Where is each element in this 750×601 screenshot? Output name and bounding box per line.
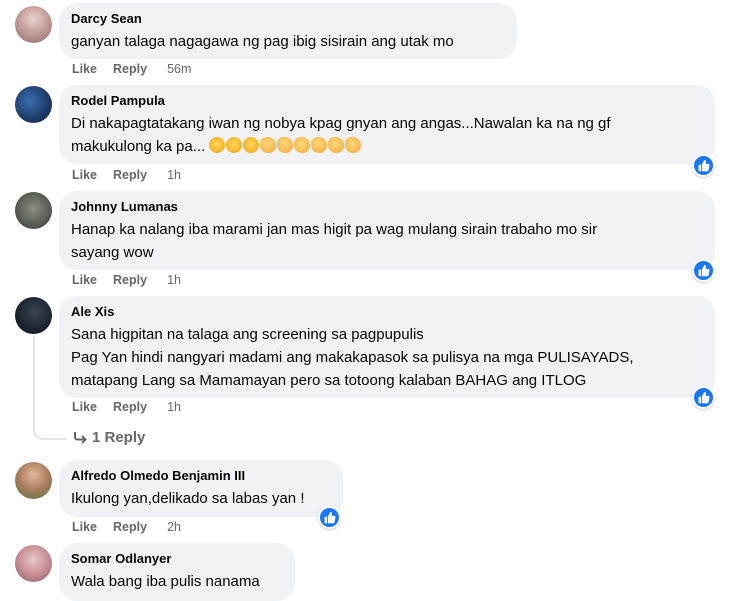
laughing-emoji: [209, 137, 226, 153]
avatar[interactable]: [15, 462, 52, 499]
avatar[interactable]: [15, 86, 52, 123]
comment-text: Sana higpitan na talaga ang screening sa…: [71, 326, 424, 343]
comment-text: matapang Lang sa Mamamayan pero sa totoo…: [71, 372, 587, 389]
reply-button[interactable]: Reply: [113, 400, 147, 414]
comment-bubble: Darcy Sean ganyan talaga nagagawa ng pag…: [59, 3, 517, 59]
comment-bubble: Somar Odlanyer Wala bang iba pulis nanam…: [59, 543, 295, 601]
like-button[interactable]: Like: [72, 62, 97, 76]
reply-button[interactable]: Reply: [113, 168, 147, 182]
comment-actions: Like Reply 1h: [72, 168, 197, 182]
comment-author[interactable]: Johnny Lumanas: [71, 199, 703, 215]
comment-text: Ikulong yan,delikado sa labas yan !: [71, 490, 305, 507]
comment-bubble: Rodel Pampula Di nakapagtatakang iwan ng…: [59, 85, 715, 164]
like-thumb-icon: [698, 159, 710, 172]
avatar[interactable]: [15, 545, 52, 582]
clapping-emoji: [294, 137, 311, 153]
like-button[interactable]: Like: [72, 400, 97, 414]
comment-actions: Like Reply 1h: [72, 273, 197, 287]
laughing-emoji: [226, 137, 243, 153]
comment-bubble: Johnny Lumanas Hanap ka nalang iba maram…: [59, 191, 715, 270]
comment-text: sayang wow: [71, 244, 154, 261]
avatar[interactable]: [15, 297, 52, 334]
reply-button[interactable]: Reply: [113, 273, 147, 287]
reply-arrow-icon: [74, 432, 87, 444]
comment-actions: Like Reply 2h: [72, 520, 197, 534]
avatar[interactable]: [15, 192, 52, 229]
comment-author[interactable]: Rodel Pampula: [71, 93, 703, 109]
like-thumb-icon: [324, 511, 336, 524]
comment-text: Hanap ka nalang iba marami jan mas higit…: [71, 221, 598, 238]
avatar[interactable]: [15, 6, 52, 43]
like-reaction-badge[interactable]: [692, 386, 715, 409]
clapping-emoji: [277, 137, 294, 153]
comment-bubble: Ale Xis Sana higpitan na talaga ang scre…: [59, 296, 715, 398]
comment-text: Pag Yan hindi nangyari madami ang makaka…: [71, 349, 634, 366]
comment-author[interactable]: Somar Odlanyer: [71, 551, 283, 567]
like-reaction-badge[interactable]: [318, 506, 341, 529]
like-thumb-icon: [698, 264, 710, 277]
comment-bubble: Alfredo Olmedo Benjamin III Ikulong yan,…: [59, 460, 343, 517]
comment-actions: Like Reply 56m: [72, 62, 207, 76]
reply-button[interactable]: Reply: [113, 62, 147, 76]
replies-count[interactable]: 1 Reply: [92, 429, 145, 446]
comment-text: ganyan talaga nagagawa ng pag ibig sisir…: [71, 33, 454, 50]
view-replies-link[interactable]: 1 Reply: [72, 429, 145, 446]
comment-timestamp[interactable]: 56m: [167, 62, 191, 76]
comment-text: Di nakapagtatakang iwan ng nobya kpag gn…: [71, 115, 611, 132]
comment-author[interactable]: Alfredo Olmedo Benjamin III: [71, 468, 331, 484]
comment-timestamp[interactable]: 2h: [167, 520, 181, 534]
clapping-emoji: [328, 137, 345, 153]
clapping-emoji: [311, 137, 328, 153]
clapping-emoji: [260, 137, 277, 153]
comment-timestamp[interactable]: 1h: [167, 168, 181, 182]
comment-author[interactable]: Darcy Sean: [71, 11, 505, 27]
comment-text-fragment: makukulong ka pa...: [71, 138, 206, 155]
like-button[interactable]: Like: [72, 520, 97, 534]
comment-text-line: makukulong ka pa...: [71, 135, 703, 158]
comment-text: Wala bang iba pulis nanama: [71, 573, 260, 590]
comment-timestamp[interactable]: 1h: [167, 400, 181, 414]
like-thumb-icon: [698, 391, 710, 404]
laughing-emoji: [243, 137, 260, 153]
comment-author[interactable]: Ale Xis: [71, 304, 703, 320]
like-reaction-badge[interactable]: [692, 154, 715, 177]
like-button[interactable]: Like: [72, 273, 97, 287]
clapping-emoji: [345, 137, 362, 153]
reply-button[interactable]: Reply: [113, 520, 147, 534]
comment-timestamp[interactable]: 1h: [167, 273, 181, 287]
like-reaction-badge[interactable]: [692, 259, 715, 282]
like-button[interactable]: Like: [72, 168, 97, 182]
comment-actions: Like Reply 1h: [72, 400, 197, 414]
